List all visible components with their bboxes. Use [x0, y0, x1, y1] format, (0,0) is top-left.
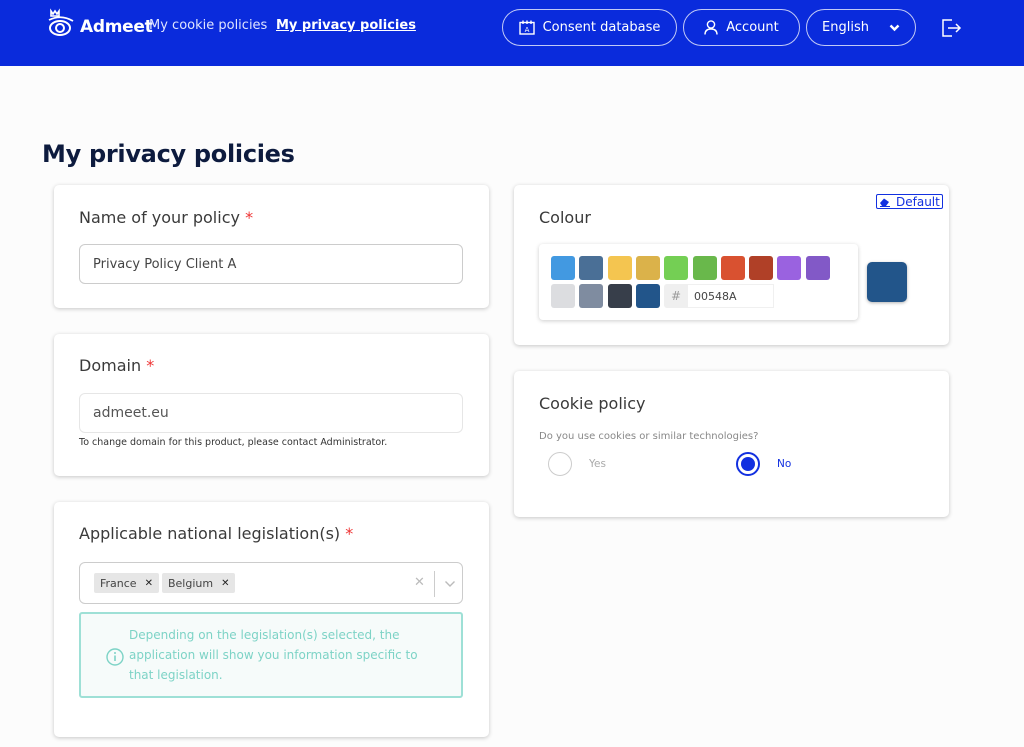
domain-input[interactable]: admeet.eu: [79, 393, 463, 433]
cookie-question: Do you use cookies or similar technologi…: [539, 431, 759, 442]
colour-swatch[interactable]: [635, 256, 660, 280]
language-select[interactable]: English: [806, 9, 916, 46]
info-icon: [106, 648, 124, 666]
account-button[interactable]: Account: [683, 9, 800, 46]
colour-swatch[interactable]: [551, 256, 575, 280]
selected-tag-belgium: Belgium ✕: [161, 573, 236, 593]
radio-no-label[interactable]: No: [777, 458, 791, 470]
brand-name: Admeet: [80, 17, 153, 37]
calendar-icon: A: [518, 20, 535, 35]
remove-tag-icon[interactable]: ✕: [221, 578, 229, 589]
domain-label: Domain *: [79, 356, 155, 375]
clear-all-icon[interactable]: ✕: [414, 575, 425, 590]
legislation-multiselect[interactable]: France ✕ Belgium ✕ ✕: [79, 562, 463, 604]
hex-colour-input[interactable]: 00548A: [688, 284, 774, 308]
cookie-policy-label: Cookie policy: [539, 394, 646, 413]
page-title: My privacy policies: [42, 140, 295, 168]
legislation-card: Applicable national legislation(s) * Fra…: [54, 502, 489, 737]
selected-colour-preview[interactable]: [867, 262, 907, 302]
eye-crown-icon: [48, 8, 74, 36]
colour-label: Colour: [539, 208, 591, 227]
colour-swatch[interactable]: [720, 256, 745, 280]
colour-swatch[interactable]: [635, 284, 660, 308]
nav-my-cookie-policies[interactable]: My cookie policies: [149, 18, 267, 33]
cookie-policy-card: Cookie policy Do you use cookies or simi…: [514, 371, 949, 517]
default-colour-button[interactable]: Default: [876, 194, 943, 209]
required-marker: *: [345, 524, 354, 543]
colour-swatch[interactable]: [579, 284, 604, 308]
radio-yes[interactable]: [548, 452, 572, 476]
eraser-icon: [880, 198, 890, 207]
dropdown-chevron-icon[interactable]: [444, 580, 456, 588]
colour-card: Colour Default # 00548A: [514, 185, 949, 345]
nav-my-privacy-policies[interactable]: My privacy policies: [276, 18, 416, 33]
select-divider: [434, 571, 435, 597]
user-icon: [704, 20, 718, 35]
hash-prefix: #: [664, 284, 688, 308]
radio-yes-label[interactable]: Yes: [589, 458, 606, 470]
policy-name-card: Name of your policy * Privacy Policy Cli…: [54, 185, 489, 308]
remove-tag-icon[interactable]: ✕: [145, 578, 153, 589]
language-selected: English: [822, 20, 869, 35]
svg-text:A: A: [524, 26, 529, 34]
consent-database-button[interactable]: A Consent database: [502, 9, 677, 46]
brand-logo[interactable]: Admeet: [46, 8, 153, 38]
consent-database-label: Consent database: [542, 20, 661, 35]
domain-help-text: To change domain for this product, pleas…: [79, 437, 388, 448]
colour-swatch[interactable]: [692, 256, 717, 280]
legislation-info-text: Depending on the legislation(s) selected…: [129, 628, 418, 682]
required-marker: *: [146, 356, 155, 375]
colour-swatch[interactable]: [664, 256, 689, 280]
chevron-down-icon: [889, 24, 900, 31]
logout-icon[interactable]: [940, 17, 962, 39]
colour-swatch[interactable]: [551, 284, 575, 308]
policy-name-label: Name of your policy *: [79, 208, 254, 227]
policy-name-input[interactable]: Privacy Policy Client A: [79, 244, 463, 284]
domain-card: Domain * admeet.eu To change domain for …: [54, 334, 489, 476]
colour-swatch[interactable]: [805, 256, 830, 280]
required-marker: *: [245, 208, 254, 227]
colour-swatch[interactable]: [777, 256, 802, 280]
legislation-label: Applicable national legislation(s) *: [79, 524, 354, 543]
radio-no[interactable]: [736, 452, 760, 476]
selected-tag-france: France ✕: [94, 573, 159, 593]
top-navigation-bar: Admeet My cookie policies My privacy pol…: [0, 0, 1024, 66]
colour-swatch[interactable]: [607, 284, 632, 308]
account-label: Account: [726, 20, 779, 35]
legislation-info-box: Depending on the legislation(s) selected…: [79, 612, 463, 698]
colour-swatch[interactable]: [579, 256, 604, 280]
colour-swatch[interactable]: [607, 256, 632, 280]
colour-picker-popover: # 00548A: [539, 244, 858, 320]
colour-swatch[interactable]: [749, 256, 774, 280]
